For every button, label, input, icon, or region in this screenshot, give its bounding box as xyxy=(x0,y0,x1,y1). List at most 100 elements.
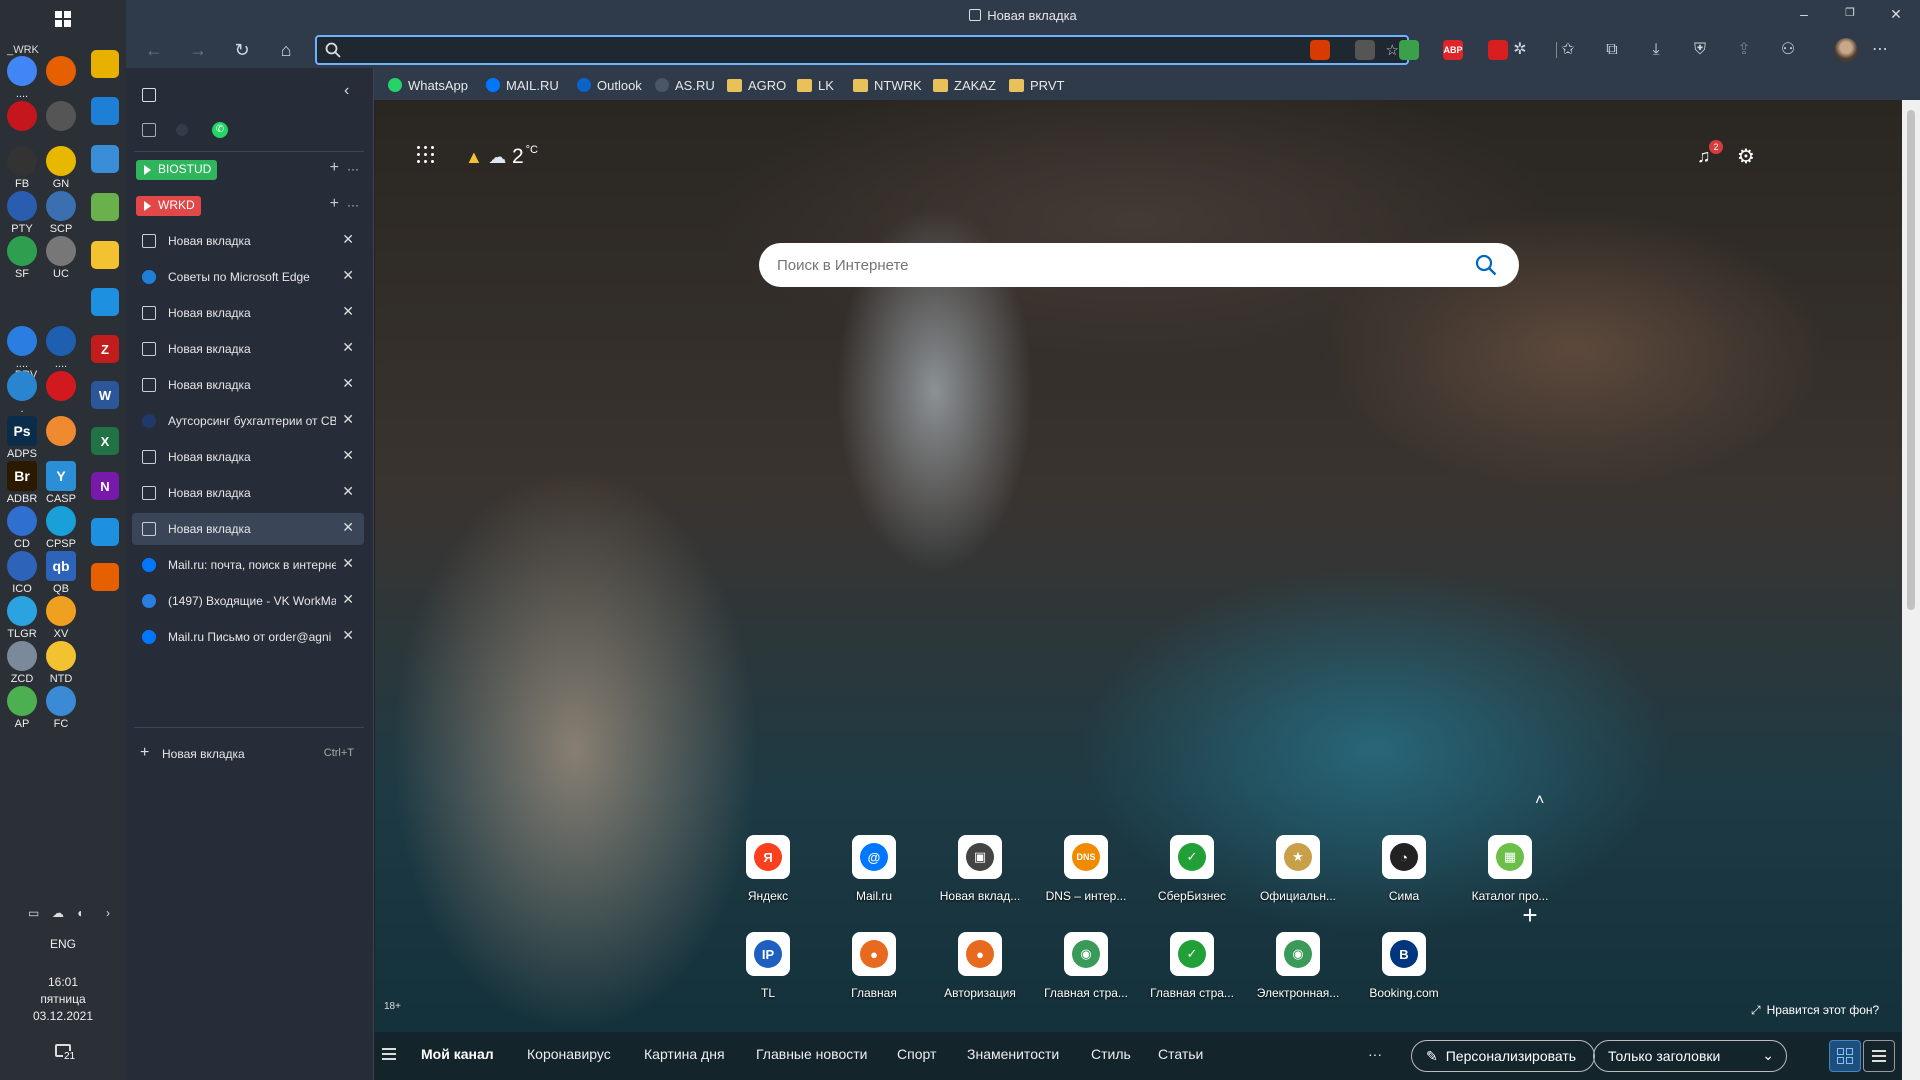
feed-tab[interactable]: Стиль xyxy=(1091,1046,1131,1062)
tab-group-biostud[interactable]: BIOSTUD xyxy=(136,160,218,180)
sidebar-tab[interactable]: Новая вкладка ✕ xyxy=(132,297,364,329)
bookmark-item[interactable]: LK xyxy=(797,76,834,94)
taskbar-app-icon[interactable]: FC xyxy=(39,686,83,742)
close-tab-icon[interactable]: ✕ xyxy=(342,339,354,356)
notification-center-icon[interactable]: 21 xyxy=(55,1042,79,1064)
shortcut-tile[interactable]: ● Главная xyxy=(824,932,924,1012)
windows-start-icon[interactable] xyxy=(55,11,71,27)
close-tab-icon[interactable]: ✕ xyxy=(342,231,354,248)
personalize-button[interactable]: ✎ Персонализировать xyxy=(1411,1040,1595,1072)
taskbar-app-icon[interactable]: AP xyxy=(0,686,44,742)
apps-launcher-icon[interactable] xyxy=(417,146,435,164)
volume-icon[interactable]: ◖ xyxy=(76,906,83,920)
tab-actions-icon[interactable] xyxy=(142,88,156,102)
notepad-icon[interactable] xyxy=(91,193,119,221)
shortcut-tile[interactable]: ▣ Новая вклад... xyxy=(930,835,1030,915)
bookmark-item[interactable]: ZAKAZ xyxy=(933,76,996,94)
bookmark-item[interactable]: MAIL.RU xyxy=(486,76,559,94)
feed-tab[interactable]: Знаменитости xyxy=(967,1046,1059,1062)
browser-essentials-icon[interactable]: ⛨ xyxy=(1688,38,1712,62)
adblock-icon[interactable]: ABP xyxy=(1443,40,1463,60)
shortcut-tile[interactable]: ★ Официальн... xyxy=(1248,835,1348,915)
ruler-icon[interactable] xyxy=(91,145,119,173)
shortcut-tile[interactable]: Я Яндекс xyxy=(718,835,818,915)
pinned-tab-edge[interactable] xyxy=(176,124,188,136)
close-tab-icon[interactable]: ✕ xyxy=(342,411,354,428)
acrobat-icon[interactable] xyxy=(91,50,119,78)
network-icon[interactable]: ▭ xyxy=(28,906,39,920)
sidebar-tab[interactable]: Новая вкладка ✕ xyxy=(132,441,364,473)
add-tab-to-group-icon[interactable]: + xyxy=(330,195,339,213)
bookmark-item[interactable]: WhatsApp xyxy=(388,76,468,94)
forward-button[interactable]: → xyxy=(186,38,210,62)
shortcut-tile[interactable]: ◉ Главная стра... xyxy=(1036,932,1136,1012)
sidebar-tab[interactable]: Аутсорсинг бухгалтерии от СВ ✕ xyxy=(132,405,364,437)
shortcut-tile[interactable]: @ Mail.ru xyxy=(824,835,924,915)
close-tab-icon[interactable]: ✕ xyxy=(342,447,354,464)
clock-time[interactable]: 16:01 xyxy=(0,975,126,989)
feed-tab[interactable]: Спорт xyxy=(897,1046,936,1062)
notifications-bell-icon[interactable]: ♫ 2 xyxy=(1697,140,1723,166)
bookmark-item[interactable]: NTWRK xyxy=(853,76,922,94)
shortcut-tile[interactable]: ● Авторизация xyxy=(930,932,1030,1012)
mail-icon[interactable] xyxy=(91,288,119,316)
excel-icon[interactable]: X xyxy=(91,427,119,455)
collapse-panel-button[interactable]: ‹ xyxy=(344,82,349,100)
new-tab-button[interactable]: + Новая вкладка Ctrl+T xyxy=(132,744,364,768)
group-more-icon[interactable]: ··· xyxy=(347,198,359,212)
shortcut-tile[interactable]: ✓ СберБизнес xyxy=(1142,835,1242,915)
taskbar-app-icon[interactable]: UC xyxy=(39,236,83,292)
language-indicator[interactable]: ENG xyxy=(0,937,126,951)
download-green-icon[interactable] xyxy=(1399,40,1419,60)
firefox-icon[interactable] xyxy=(91,563,119,591)
list-view-button[interactable] xyxy=(1863,1040,1895,1072)
close-tab-icon[interactable]: ✕ xyxy=(342,303,354,320)
sidebar-tab[interactable]: (1497) Входящие - VK WorkMa ✕ xyxy=(132,585,364,617)
pinned-tab-newtab[interactable] xyxy=(142,123,156,137)
page-scrollbar[interactable] xyxy=(1902,100,1920,1080)
taskbar-app-icon[interactable]: SF xyxy=(0,236,44,292)
bookmark-item[interactable]: AGRO xyxy=(727,76,786,94)
office-icon[interactable] xyxy=(1310,40,1330,60)
feed-tab[interactable]: Коронавирус xyxy=(527,1046,611,1062)
sidebar-tab[interactable]: Новая вкладка ✕ xyxy=(132,477,364,509)
shortcut-tile[interactable]: ✓ Главная стра... xyxy=(1142,932,1242,1012)
explorer-icon[interactable] xyxy=(91,241,119,269)
settings-more-icon[interactable]: ⋯ xyxy=(1868,38,1892,62)
content-visibility-select[interactable]: Только заголовки ⌄ xyxy=(1593,1040,1787,1072)
add-shortcut-button[interactable]: + xyxy=(1500,900,1560,940)
restore-button[interactable]: ❐ xyxy=(1840,6,1860,26)
downloads-icon[interactable]: ⤓ xyxy=(1644,38,1668,62)
close-window-button[interactable]: ✕ xyxy=(1886,6,1906,26)
pinned-tab-whatsapp[interactable]: ✆ xyxy=(212,122,228,138)
feed-menu-icon[interactable] xyxy=(382,1048,396,1060)
close-tab-icon[interactable]: ✕ xyxy=(342,627,354,644)
feed-more-button[interactable]: ··· xyxy=(1368,1046,1382,1062)
address-bar[interactable]: ☆ xyxy=(315,35,1409,65)
favorites-icon[interactable]: ✩ xyxy=(1556,38,1580,62)
grid-view-button[interactable] xyxy=(1829,1040,1861,1072)
close-tab-icon[interactable]: ✕ xyxy=(342,591,354,608)
extension-gray-icon[interactable] xyxy=(1355,40,1375,60)
minimize-button[interactable]: – xyxy=(1794,6,1814,26)
filezilla-icon[interactable]: Z xyxy=(91,335,119,363)
address-input[interactable] xyxy=(349,41,1349,61)
feed-tab[interactable]: Мой канал xyxy=(421,1046,494,1062)
web-search-input[interactable] xyxy=(777,253,1457,277)
home-button[interactable]: ⌂ xyxy=(274,38,298,62)
cloud-icon[interactable]: ☁ xyxy=(52,906,64,920)
feed-tab[interactable]: Статьи xyxy=(1158,1046,1203,1062)
shortcut-tile[interactable]: ◔ Сима xyxy=(1354,835,1454,915)
bookmark-item[interactable]: Outlook xyxy=(577,76,642,94)
weather-widget[interactable]: ▲ ☁ 2 °C xyxy=(465,144,538,169)
sidebar-tab[interactable]: Советы по Microsoft Edge ✕ xyxy=(132,261,364,293)
extensions-icon[interactable]: ✲ xyxy=(1508,38,1532,62)
bookmark-item[interactable]: AS.RU xyxy=(655,76,715,94)
web-search-box[interactable] xyxy=(759,243,1519,287)
page-settings-icon[interactable]: ⚙ xyxy=(1737,144,1755,169)
shortcut-tile[interactable]: DNS DNS – интер... xyxy=(1036,835,1136,915)
sidebar-tab[interactable]: Mail.ru: почта, поиск в интерне ✕ xyxy=(132,549,364,581)
sidebar-tab[interactable]: Mail.ru Письмо от order@agni ✕ xyxy=(132,621,364,653)
sidebar-tab[interactable]: Новая вкладка ✕ xyxy=(132,513,364,545)
performance-icon[interactable]: ⚇ xyxy=(1776,38,1800,62)
